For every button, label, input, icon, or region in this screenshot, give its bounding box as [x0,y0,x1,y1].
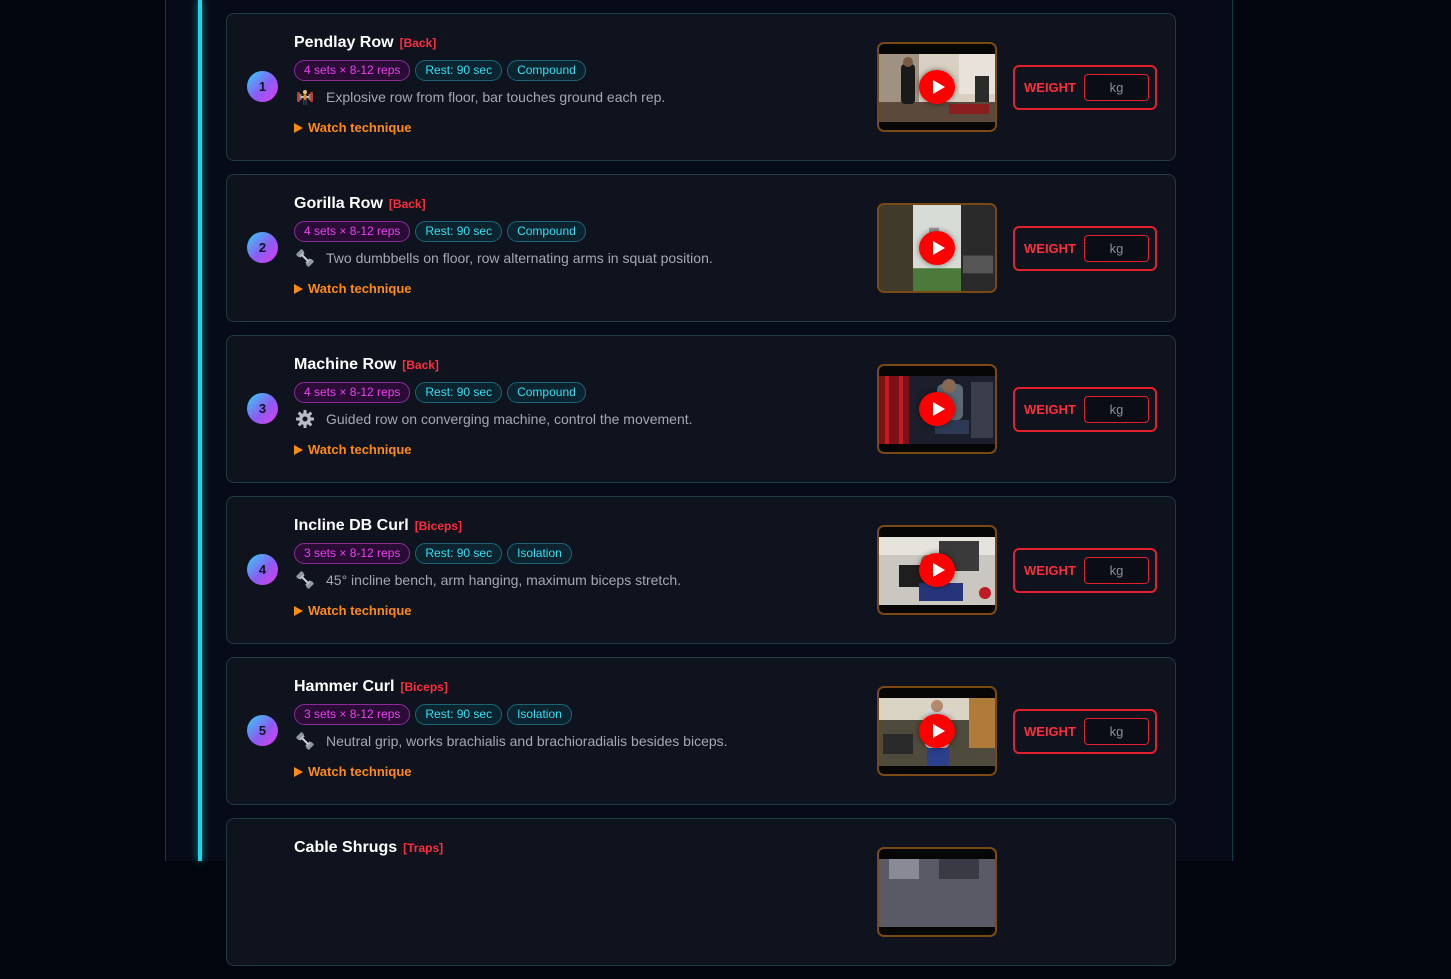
exercise-description: Two dumbbells on floor, row alternating … [326,250,713,266]
exercise-type-badge: Compound [507,382,586,403]
sets-reps-badge: 4 sets × 8-12 reps [294,221,411,242]
rest-badge: Rest: 90 sec [415,382,503,403]
exercise-name: Hammer Curl [294,678,395,695]
video-thumbnail[interactable] [877,525,997,615]
barbell-icon [294,86,316,108]
exercise-description: 45° incline bench, arm hanging, maximum … [326,572,681,588]
watch-technique-link[interactable]: Watch technique [294,764,854,779]
exercise-type-badge: Isolation [507,543,572,564]
dumbbell-icon [294,569,316,591]
watch-technique-link[interactable]: Watch technique [294,281,854,296]
timeline-accent-bar [198,0,202,861]
rest-badge: Rest: 90 sec [415,704,503,725]
exercise-type-badge: Compound [507,60,586,81]
weight-input[interactable] [1084,718,1149,745]
weight-input[interactable] [1084,74,1149,101]
weight-label: WEIGHT [1024,402,1076,417]
weight-entry: WEIGHT [1013,226,1157,271]
video-thumbnail[interactable] [877,203,997,293]
weight-label: WEIGHT [1024,724,1076,739]
muscle-group-label: [Traps] [403,841,444,855]
play-triangle-icon [294,444,303,455]
sets-reps-badge: 3 sets × 8-12 reps [294,543,411,564]
exercise-list: 1 Pendlay Row [Back] 4 sets × 8-12 reps … [226,13,1176,979]
weight-label: WEIGHT [1024,241,1076,256]
weight-input[interactable] [1084,557,1149,584]
video-thumbnail[interactable] [877,364,997,454]
video-thumbnail[interactable] [877,42,997,132]
watch-technique-link[interactable]: Watch technique [294,120,854,135]
muscle-group-label: [Back] [388,197,426,211]
dumbbell-icon [294,730,316,752]
weight-label: WEIGHT [1024,80,1076,95]
exercise-number-badge: 2 [247,232,278,263]
sets-reps-badge: 4 sets × 8-12 reps [294,382,411,403]
sets-reps-badge: 4 sets × 8-12 reps [294,60,411,81]
play-triangle-icon [294,605,303,616]
exercise-number-badge: 5 [247,715,278,746]
weight-entry: WEIGHT [1013,548,1157,593]
exercise-name: Incline DB Curl [294,517,409,534]
exercise-card: 5 Hammer Curl [Biceps] 3 sets × 8-12 rep… [226,657,1176,805]
youtube-play-icon [919,392,955,426]
exercise-number-badge: 3 [247,393,278,424]
rest-badge: Rest: 90 sec [415,221,503,242]
exercise-name: Pendlay Row [294,34,394,51]
weight-input[interactable] [1084,235,1149,262]
gear-icon [294,408,316,430]
watch-technique-label: Watch technique [308,764,412,779]
weight-entry: WEIGHT [1013,65,1157,110]
youtube-play-icon [919,714,955,748]
weight-label: WEIGHT [1024,563,1076,578]
rest-badge: Rest: 90 sec [415,60,503,81]
youtube-play-icon [919,553,955,587]
sets-reps-badge: 3 sets × 8-12 reps [294,704,411,725]
youtube-play-icon [919,70,955,104]
watch-technique-label: Watch technique [308,120,412,135]
weight-entry: WEIGHT [1013,709,1157,754]
exercise-type-badge: Compound [507,221,586,242]
exercise-number-badge: 1 [247,71,278,102]
video-thumbnail[interactable] [877,686,997,776]
exercise-card: 2 Gorilla Row [Back] 4 sets × 8-12 reps … [226,174,1176,322]
muscle-group-label: [Biceps] [400,680,448,694]
exercise-name: Cable Shrugs [294,839,398,856]
muscle-group-label: [Biceps] [414,519,463,533]
exercise-name: Gorilla Row [294,195,383,212]
exercise-card: 1 Pendlay Row [Back] 4 sets × 8-12 reps … [226,13,1176,161]
watch-technique-link[interactable]: Watch technique [294,442,854,457]
exercise-description: Guided row on converging machine, contro… [326,411,693,427]
weight-entry: WEIGHT [1013,387,1157,432]
muscle-group-label: [Back] [399,36,437,50]
exercise-description: Neutral grip, works brachialis and brach… [326,733,728,749]
exercise-card: Cable Shrugs [Traps] [226,818,1176,966]
exercise-number-badge: 4 [247,554,278,585]
play-triangle-icon [294,283,303,294]
exercise-type-badge: Isolation [507,704,572,725]
exercise-card: 3 Machine Row [Back] 4 sets × 8-12 reps … [226,335,1176,483]
video-thumbnail-image [879,859,995,927]
rest-badge: Rest: 90 sec [415,543,503,564]
watch-technique-label: Watch technique [308,603,412,618]
watch-technique-label: Watch technique [308,281,412,296]
exercise-name: Machine Row [294,356,397,373]
watch-technique-link[interactable]: Watch technique [294,603,854,618]
play-triangle-icon [294,766,303,777]
play-triangle-icon [294,122,303,133]
dumbbell-icon [294,247,316,269]
watch-technique-label: Watch technique [308,442,412,457]
exercise-card: 4 Incline DB Curl [Biceps] 3 sets × 8-12… [226,496,1176,644]
exercise-description: Explosive row from floor, bar touches gr… [326,89,666,105]
weight-input[interactable] [1084,396,1149,423]
youtube-play-icon [919,231,955,265]
muscle-group-label: [Back] [402,358,439,372]
